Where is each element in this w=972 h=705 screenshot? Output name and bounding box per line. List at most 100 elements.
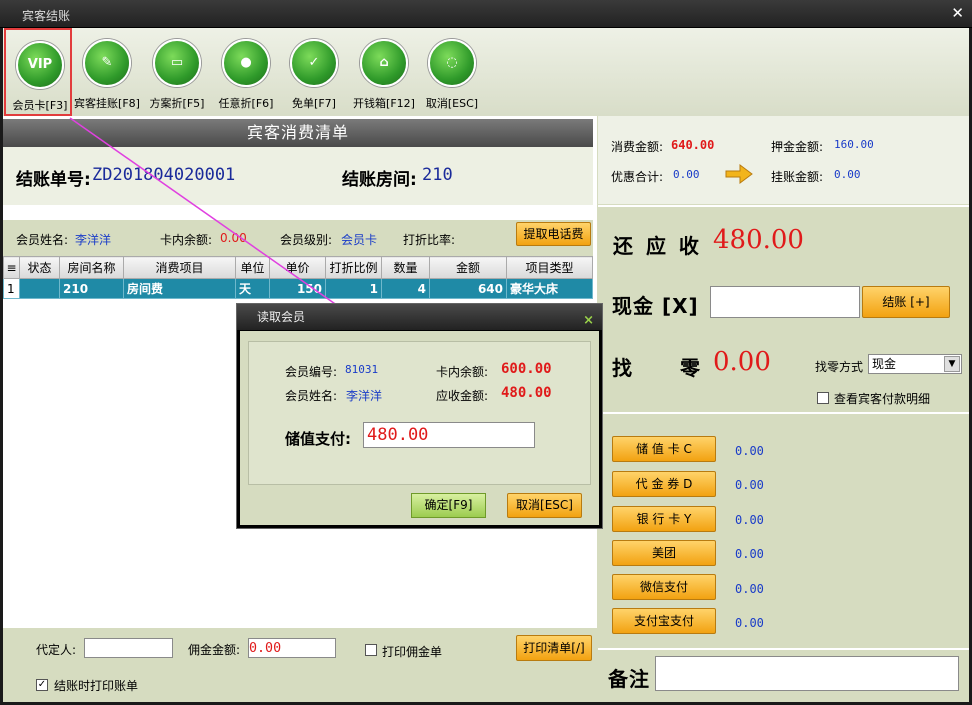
table-header-row: ≡ 状态 房间名称 消费项目 单位 单价 打折比例 数量 金额 项目类型 bbox=[3, 256, 593, 279]
wechat-pay-button[interactable]: 微信支付 bbox=[612, 574, 716, 600]
checkout-button[interactable]: 结账 [+] bbox=[862, 286, 950, 318]
cell-discount: 1 bbox=[325, 278, 382, 299]
commission-label: 佣金金额: bbox=[188, 643, 241, 657]
meituan-pay-button[interactable]: 美团 bbox=[612, 540, 716, 566]
col-header[interactable]: 消费项目 bbox=[123, 256, 236, 279]
dialog-title-bar: 读取会员 × bbox=[237, 304, 602, 330]
cell-qty: 4 bbox=[381, 278, 430, 299]
deposit-label: 押金金额: bbox=[771, 140, 824, 154]
voucher-amount: 0.00 bbox=[735, 478, 764, 492]
window-title: 宾客结账 bbox=[22, 9, 71, 23]
change-label-a: 找 bbox=[612, 356, 635, 380]
table-row[interactable]: 1 210 房间费 天 150 1 4 640 豪华大床 bbox=[3, 278, 593, 299]
meituan-amount: 0.00 bbox=[735, 547, 764, 561]
cell-room: 210 bbox=[59, 278, 124, 299]
print-list-button[interactable]: 打印清单[/] bbox=[516, 635, 592, 661]
plan-discount-label: 方案折[F5] bbox=[149, 97, 205, 110]
open-drawer-label: 开钱箱[F12] bbox=[353, 97, 415, 110]
title-bar: 宾客结账 ✕ bbox=[0, 0, 972, 28]
divider bbox=[598, 205, 969, 207]
col-header[interactable]: 项目类型 bbox=[506, 256, 593, 279]
print-on-checkout-checkbox[interactable]: ✓ bbox=[36, 679, 48, 691]
col-header[interactable]: 打折比例 bbox=[325, 256, 382, 279]
cell-type: 豪华大床 bbox=[506, 278, 593, 299]
consume-amount: 640.00 bbox=[671, 138, 715, 152]
plan-discount-button[interactable]: ▭ 方案折[F5] bbox=[143, 28, 211, 116]
col-header[interactable]: 数量 bbox=[381, 256, 430, 279]
vip-icon: VIP bbox=[16, 41, 64, 89]
dialog-receivable: 480.00 bbox=[501, 385, 552, 401]
col-header[interactable]: 单位 bbox=[235, 256, 270, 279]
summary-box bbox=[598, 116, 969, 204]
member-no: 81031 bbox=[345, 363, 379, 376]
stored-card-amount: 0.00 bbox=[735, 444, 764, 458]
stored-card-pay-button[interactable]: 储 值 卡 C bbox=[612, 436, 716, 462]
guest-onaccount-button[interactable]: ✎ 宾客挂账[F8] bbox=[73, 28, 141, 116]
alipay-pay-button[interactable]: 支付宝支付 bbox=[612, 608, 716, 634]
print-on-checkout-label: 结账时打印账单 bbox=[54, 679, 139, 693]
col-header[interactable]: 单价 bbox=[269, 256, 326, 279]
commission-input[interactable] bbox=[248, 638, 336, 658]
member-name: 李洋洋 bbox=[75, 233, 112, 247]
remark-input[interactable] bbox=[655, 656, 959, 691]
dialog-ok-button[interactable]: 确定[F9] bbox=[411, 493, 486, 518]
cancel-button[interactable]: ◌ 取消[ESC] bbox=[418, 28, 486, 116]
cell-item: 房间费 bbox=[123, 278, 236, 299]
member-no-label: 会员编号: bbox=[285, 365, 338, 379]
toolbar: VIP 会员卡[F3] ✎ 宾客挂账[F8] ▭ 方案折[F5] ● 任意折[F… bbox=[3, 28, 969, 116]
print-commission-checkbox[interactable] bbox=[365, 644, 377, 656]
cash-input[interactable] bbox=[710, 286, 860, 318]
remark-label: 备注 bbox=[608, 667, 650, 691]
divider bbox=[598, 412, 969, 414]
guest-onaccount-label: 宾客挂账[F8] bbox=[74, 97, 140, 110]
stored-pay-input[interactable] bbox=[363, 422, 535, 448]
change-mode-select[interactable]: 现金 ▼ bbox=[868, 354, 962, 374]
bottle-icon: ● bbox=[222, 39, 270, 87]
voucher-pay-button[interactable]: 代 金 券 D bbox=[612, 471, 716, 497]
cell-amount: 640 bbox=[429, 278, 507, 299]
member-level: 会员卡 bbox=[341, 233, 378, 247]
card-balance-label: 卡内余额: bbox=[160, 233, 213, 247]
dialog-receivable-label: 应收金额: bbox=[436, 389, 489, 403]
order-no-label: 结账单号: bbox=[16, 170, 91, 190]
close-icon[interactable]: ✕ bbox=[951, 4, 964, 22]
dialog-title: 读取会员 bbox=[257, 310, 306, 324]
fetch-phone-fee-button[interactable]: 提取电话费 bbox=[516, 222, 591, 246]
col-header[interactable]: 状态 bbox=[19, 256, 60, 279]
alipay-amount: 0.00 bbox=[735, 616, 764, 630]
receivable-label: 还 应 收 bbox=[613, 234, 702, 258]
view-payment-detail-label: 查看宾客付款明细 bbox=[834, 392, 931, 406]
any-discount-label: 任意折[F6] bbox=[218, 97, 274, 110]
cell-price: 150 bbox=[269, 278, 326, 299]
open-drawer-button[interactable]: ⌂ 开钱箱[F12] bbox=[350, 28, 418, 116]
view-payment-detail-checkbox[interactable] bbox=[817, 392, 829, 404]
col-header[interactable]: 金额 bbox=[429, 256, 507, 279]
receivable-amount: 480.00 bbox=[713, 225, 804, 255]
change-mode-label: 找零方式 bbox=[815, 360, 864, 374]
window-icon: ▭ bbox=[153, 39, 201, 87]
member-card-button[interactable]: VIP 会员卡[F3] bbox=[4, 28, 72, 116]
dialog-member-name: 李洋洋 bbox=[346, 389, 383, 403]
col-header[interactable]: 房间名称 bbox=[59, 256, 124, 279]
bank-card-pay-button[interactable]: 银 行 卡 Y bbox=[612, 506, 716, 532]
dialog-card-balance: 600.00 bbox=[501, 361, 552, 377]
bill-header: 宾客消费清单 bbox=[3, 119, 593, 147]
dialog-member-name-label: 会员姓名: bbox=[285, 389, 338, 403]
dialog-cancel-button[interactable]: 取消[ESC] bbox=[507, 493, 582, 518]
change-label-b: 零 bbox=[680, 356, 703, 380]
cancel-icon: ◌ bbox=[428, 39, 476, 87]
cancel-label: 取消[ESC] bbox=[425, 97, 479, 110]
read-member-dialog: 读取会员 × 会员编号: 81031 卡内余额: 600.00 会员姓名: 李洋… bbox=[236, 303, 603, 529]
change-amount: 0.00 bbox=[713, 347, 771, 377]
row-index: 1 bbox=[3, 278, 20, 299]
row-index-header: ≡ bbox=[3, 256, 20, 279]
booker-input[interactable] bbox=[84, 638, 173, 658]
discount-total: 0.00 bbox=[673, 168, 700, 181]
stored-pay-label: 储值支付: bbox=[285, 430, 351, 448]
chevron-down-icon[interactable]: ▼ bbox=[944, 356, 960, 372]
consumption-table: ≡ 状态 房间名称 消费项目 单位 单价 打折比例 数量 金额 项目类型 1 2… bbox=[3, 256, 593, 299]
booker-label: 代定人: bbox=[36, 643, 77, 657]
free-bill-button[interactable]: ✓ 免单[F7] bbox=[280, 28, 348, 116]
any-discount-button[interactable]: ● 任意折[F6] bbox=[212, 28, 280, 116]
discount-total-label: 优惠合计: bbox=[611, 170, 664, 184]
